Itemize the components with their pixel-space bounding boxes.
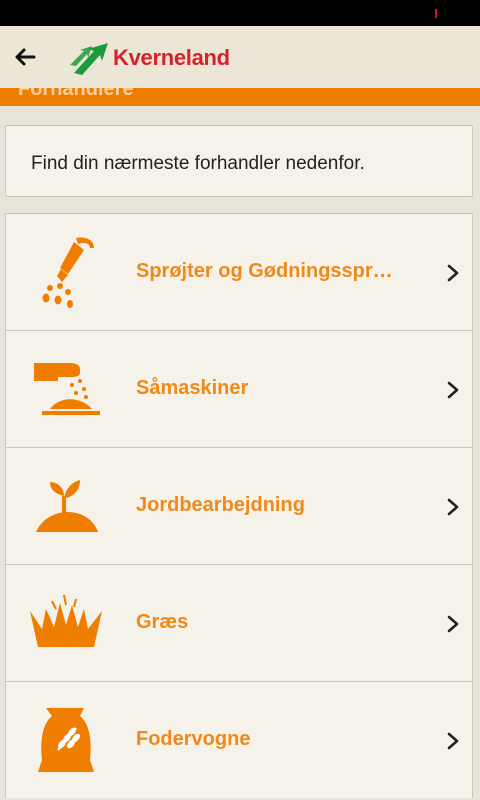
chevron-right-icon: [447, 498, 459, 516]
app-bar: Kverneland: [0, 26, 480, 88]
category-row-grass[interactable]: Græs: [5, 564, 473, 681]
sprayer-icon: [42, 237, 94, 308]
back-arrow-icon[interactable]: [10, 42, 40, 72]
brand-logo: Kverneland: [70, 41, 270, 75]
chevron-right-icon: [447, 615, 459, 633]
sprout-soil-icon: [36, 480, 98, 532]
category-row-feed-wagons[interactable]: Fodervogne: [5, 681, 473, 798]
grass-icon: [30, 594, 102, 647]
chevron-right-icon: [447, 264, 459, 282]
category-label: Jordbearbejdning: [136, 494, 305, 516]
status-indicator: [435, 9, 437, 18]
page-title: Forhandlere: [18, 88, 134, 100]
info-text: Find din nærmeste forhandler nedenfor.: [31, 153, 365, 174]
brand-logo-mark-icon: [70, 43, 108, 75]
brand-name: Kverneland: [113, 45, 230, 70]
chevron-right-icon: [447, 381, 459, 399]
category-row-sprayers[interactable]: Sprøjter og Gødningsspr…: [5, 213, 473, 330]
status-bar: [0, 0, 480, 26]
category-label: Sprøjter og Gødningsspr…: [136, 260, 393, 282]
feed-bag-icon: [38, 708, 94, 772]
category-row-soil-cultivation[interactable]: Jordbearbejdning: [5, 447, 473, 564]
seed-drill-icon: [34, 363, 100, 415]
category-row-seed-drills[interactable]: Såmaskiner: [5, 330, 473, 447]
chevron-right-icon: [447, 732, 459, 750]
category-label: Fodervogne: [136, 728, 251, 750]
info-card: Find din nærmeste forhandler nedenfor.: [5, 125, 473, 197]
header-band: Forhandlere: [0, 88, 480, 106]
category-label: Såmaskiner: [136, 377, 249, 399]
category-label: Græs: [136, 611, 189, 633]
category-list: Sprøjter og Gødningsspr… Såmaskiner Jord: [5, 213, 473, 798]
